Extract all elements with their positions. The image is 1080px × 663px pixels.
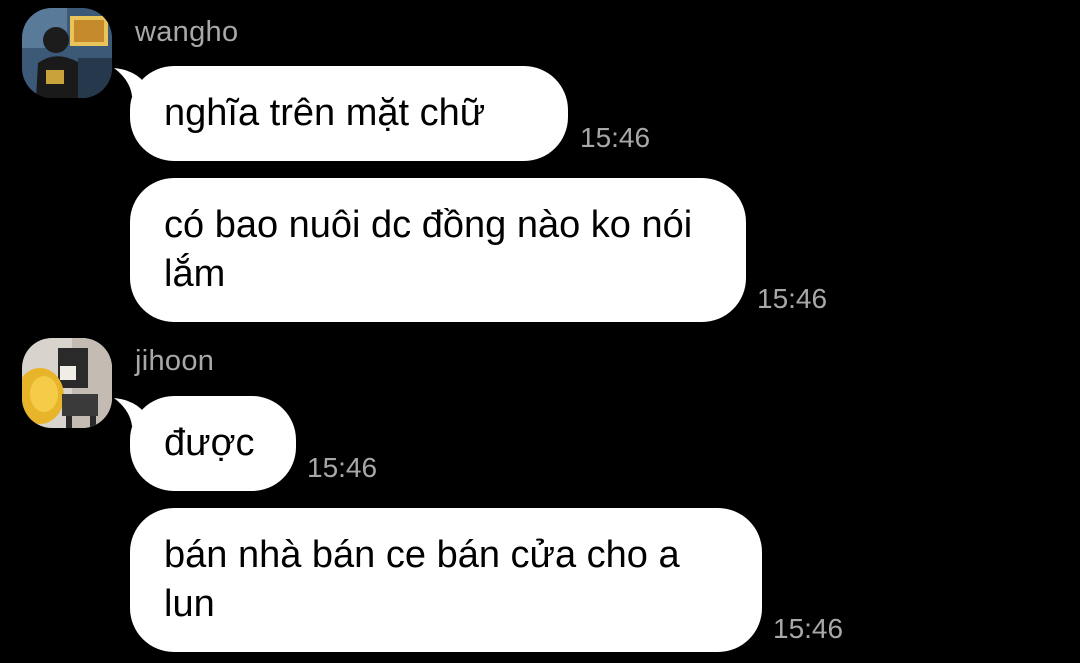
message-timestamp: 15:46 [307, 452, 378, 483]
avatar-jihoon[interactable] [22, 338, 112, 428]
user-avatar-wangho-icon [22, 8, 112, 98]
user-avatar-jihoon-icon [22, 338, 112, 428]
message-text: có bao nuôi dc đồng nào ko nói lắm [164, 204, 693, 295]
message-text: được [164, 422, 255, 464]
sender-name: wangho [135, 16, 239, 48]
message-timestamp: 15:46 [773, 613, 844, 644]
message-bubble[interactable]: bán nhà bán ce bán cửa cho a lun [130, 508, 762, 652]
message-timestamp: 15:46 [580, 122, 651, 153]
chat-thread: wangho nghĩa trên mặt chữ 15:46 có bao n… [0, 0, 1080, 663]
avatar-wangho[interactable] [22, 8, 112, 98]
message-bubble[interactable]: nghĩa trên mặt chữ [130, 66, 568, 161]
message-timestamp: 15:46 [757, 283, 828, 314]
message-bubble[interactable]: được [130, 396, 296, 491]
sender-name: jihoon [135, 345, 215, 377]
message-bubble[interactable]: có bao nuôi dc đồng nào ko nói lắm [130, 178, 746, 322]
message-text: bán nhà bán ce bán cửa cho a lun [164, 534, 680, 625]
message-text: nghĩa trên mặt chữ [164, 92, 486, 134]
